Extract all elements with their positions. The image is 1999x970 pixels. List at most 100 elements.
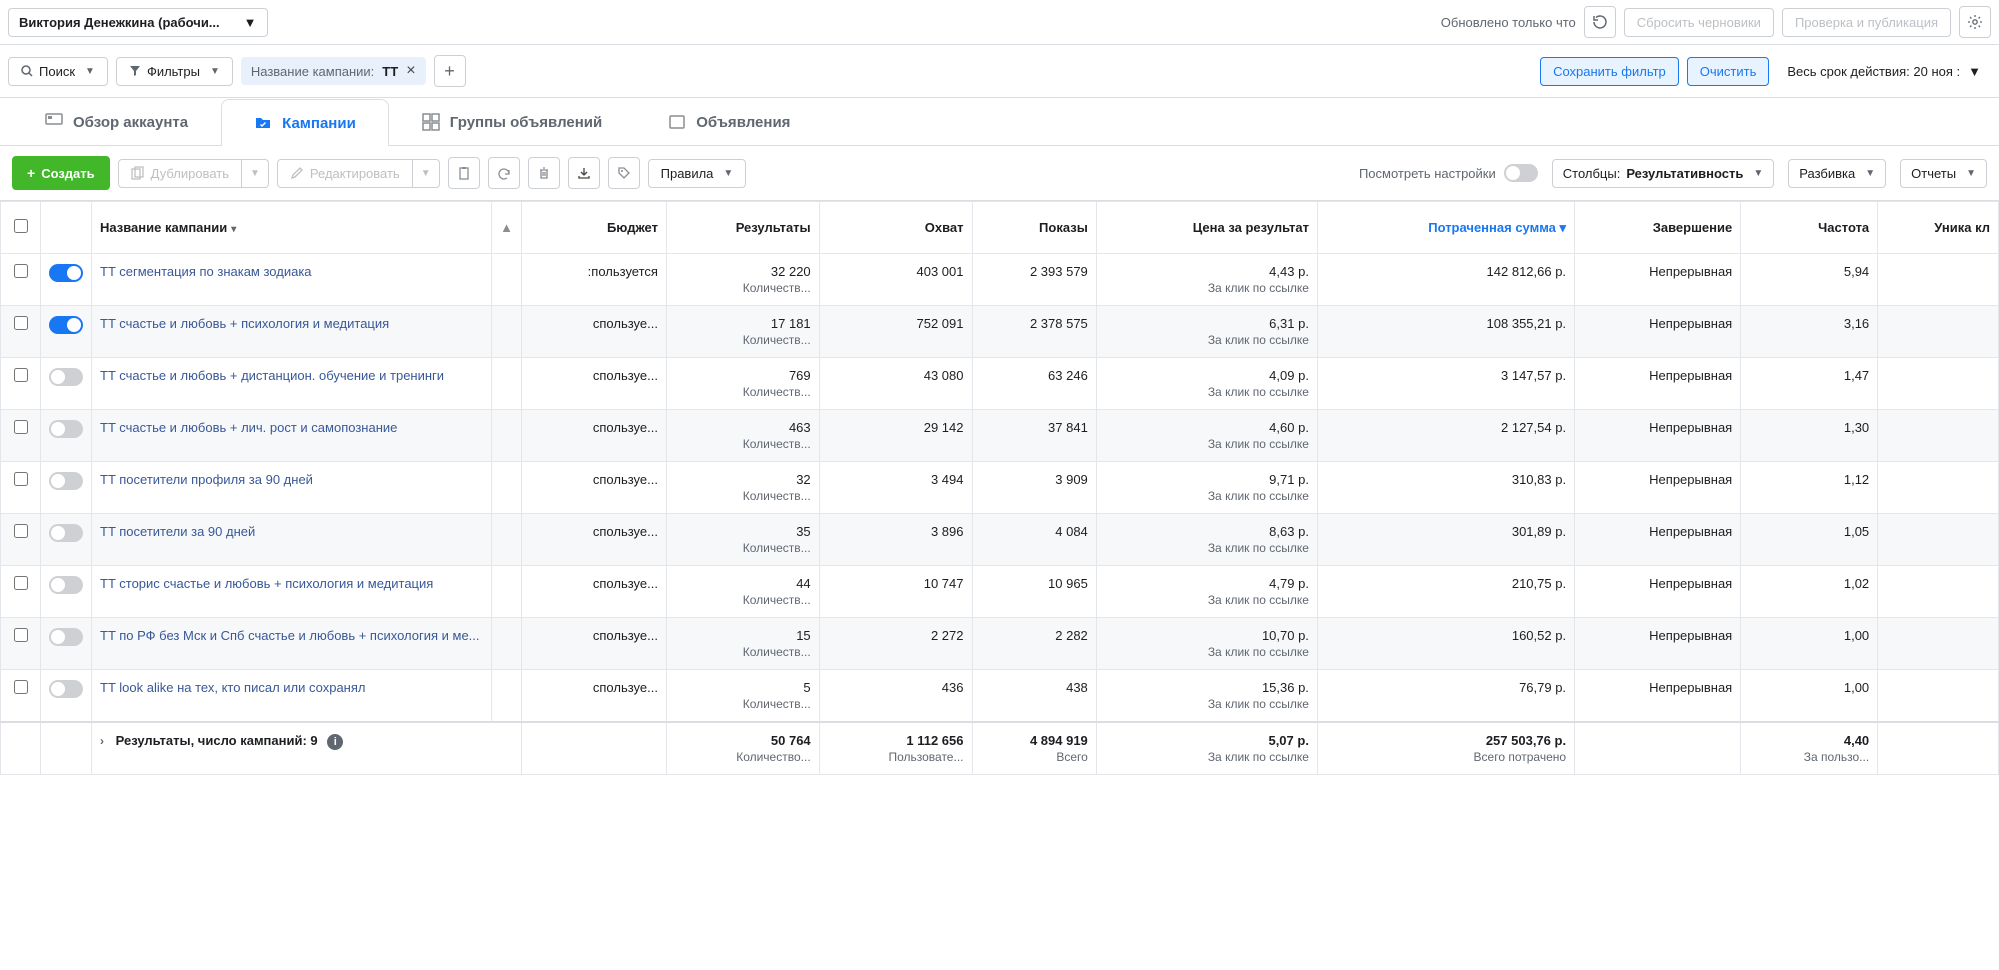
row-toggle[interactable] — [49, 420, 83, 438]
cell-budget: спользуе... — [522, 618, 667, 670]
cell-reach: 403 001 — [819, 254, 972, 306]
campaign-link[interactable]: TT счастье и любовь + психология и медит… — [100, 316, 389, 331]
row-checkbox[interactable] — [14, 316, 28, 330]
row-toggle[interactable] — [49, 316, 83, 334]
clear-filter-button[interactable]: Очистить — [1687, 57, 1770, 86]
campaign-link[interactable]: TT по РФ без Мск и Спб счастье и любовь … — [100, 628, 480, 643]
row-checkbox[interactable] — [14, 680, 28, 694]
row-checkbox[interactable] — [14, 368, 28, 382]
tab-ads[interactable]: Объявления — [635, 98, 823, 145]
row-toggle[interactable] — [49, 628, 83, 646]
col-name[interactable]: Название кампании▾ — [92, 202, 492, 254]
preview-toggle[interactable]: Посмотреть настройки — [1359, 164, 1538, 182]
row-toggle[interactable] — [49, 472, 83, 490]
campaign-link[interactable]: TT сторис счастье и любовь + психология … — [100, 576, 433, 591]
campaign-link[interactable]: TT look alike на тех, кто писал или сохр… — [100, 680, 366, 695]
add-filter-button[interactable]: + — [434, 55, 466, 87]
table-row: TT по РФ без Мск и Спб счастье и любовь … — [1, 618, 1999, 670]
col-reach[interactable]: Охват — [819, 202, 972, 254]
select-all-checkbox[interactable] — [14, 219, 28, 233]
col-cpr[interactable]: Цена за результат — [1096, 202, 1317, 254]
col-frequency[interactable]: Частота — [1741, 202, 1878, 254]
tab-label: Объявления — [696, 114, 790, 131]
cell-spent: 142 812,66 р. — [1317, 254, 1574, 306]
cell-name: TT счастье и любовь + дистанцион. обучен… — [92, 358, 492, 410]
col-impressions[interactable]: Показы — [972, 202, 1096, 254]
row-toggle[interactable] — [49, 524, 83, 542]
row-checkbox[interactable] — [14, 472, 28, 486]
cell-name: TT счастье и любовь + психология и медит… — [92, 306, 492, 358]
clipboard-button[interactable] — [448, 157, 480, 189]
review-label: Проверка и публикация — [1795, 15, 1938, 30]
info-icon[interactable]: i — [327, 734, 343, 750]
close-icon[interactable]: × — [406, 63, 415, 79]
delete-button[interactable] — [528, 157, 560, 189]
cell-freq: 1,00 — [1741, 670, 1878, 723]
reports-selector[interactable]: Отчеты ▼ — [1900, 159, 1987, 188]
revert-button[interactable] — [488, 157, 520, 189]
tab-overview[interactable]: Обзор аккаунта — [12, 98, 221, 145]
tab-campaigns[interactable]: Кампании — [221, 99, 389, 146]
preview-switch[interactable] — [1504, 164, 1538, 182]
col-unique[interactable]: Уника кл — [1878, 202, 1999, 254]
save-filter-button[interactable]: Сохранить фильтр — [1540, 57, 1679, 86]
create-button[interactable]: + Создать — [12, 156, 110, 190]
cell-freq: 3,16 — [1741, 306, 1878, 358]
col-spent[interactable]: Потраченная сумма ▾ — [1317, 202, 1574, 254]
row-checkbox[interactable] — [14, 576, 28, 590]
cell-budget: спользуе... — [522, 410, 667, 462]
cell-freq: 1,05 — [1741, 514, 1878, 566]
clipboard-icon — [457, 166, 471, 180]
campaign-link[interactable]: TT посетители профиля за 90 дней — [100, 472, 313, 487]
filters-button[interactable]: Фильтры ▼ — [116, 57, 233, 86]
chevron-down-icon: ▼ — [85, 66, 95, 77]
footer-reach-sub: Пользовате... — [828, 750, 964, 764]
account-selector[interactable]: Виктория Денежкина (рабочи... ▼ — [8, 8, 268, 37]
tag-button[interactable] — [608, 157, 640, 189]
save-filter-label: Сохранить фильтр — [1553, 64, 1666, 79]
campaign-link[interactable]: TT сегментация по знакам зодиака — [100, 264, 312, 279]
campaign-link[interactable]: TT посетители за 90 дней — [100, 524, 255, 539]
reports-label: Отчеты — [1911, 166, 1956, 181]
cell-budget: спользуе... — [522, 514, 667, 566]
campaign-link[interactable]: TT счастье и любовь + дистанцион. обучен… — [100, 368, 444, 383]
col-budget[interactable]: Бюджет — [522, 202, 667, 254]
refresh-button[interactable] — [1584, 6, 1616, 38]
row-checkbox[interactable] — [14, 628, 28, 642]
col-results[interactable]: Результаты — [666, 202, 819, 254]
columns-selector[interactable]: Столбцы: Результативность ▼ — [1552, 159, 1775, 188]
settings-button[interactable] — [1959, 6, 1991, 38]
row-checkbox[interactable] — [14, 420, 28, 434]
refresh-icon — [1592, 14, 1608, 30]
sort-desc-icon: ▾ — [1560, 220, 1567, 235]
row-checkbox[interactable] — [14, 264, 28, 278]
row-toggle[interactable] — [49, 680, 83, 698]
row-toggle[interactable] — [49, 368, 83, 386]
table-scroll[interactable]: Название кампании▾ ▲ Бюджет Результаты О… — [0, 201, 1999, 775]
breakdown-selector[interactable]: Разбивка ▼ — [1788, 159, 1886, 188]
daterange-label: Весь срок действия: 20 ноя : — [1787, 64, 1960, 79]
export-button[interactable] — [568, 157, 600, 189]
chevron-right-icon[interactable]: › — [100, 734, 104, 748]
campaign-link[interactable]: TT счастье и любовь + лич. рост и самопо… — [100, 420, 397, 435]
cell-results: 44Количеств... — [666, 566, 819, 618]
rules-button[interactable]: Правила ▼ — [648, 159, 747, 188]
tab-label: Кампании — [282, 115, 356, 132]
toolbar-right: Посмотреть настройки Столбцы: Результати… — [1359, 159, 1987, 188]
cell-impressions: 438 — [972, 670, 1096, 723]
row-checkbox[interactable] — [14, 524, 28, 538]
chevron-down-icon: ▼ — [1968, 64, 1981, 79]
filter-icon — [129, 65, 141, 77]
daterange-selector[interactable]: Весь срок действия: 20 ноя : ▼ — [1777, 58, 1991, 85]
ad-icon — [668, 113, 686, 131]
row-toggle[interactable] — [49, 576, 83, 594]
filter-chip[interactable]: Название кампании: TT × — [241, 57, 426, 85]
search-button[interactable]: Поиск ▼ — [8, 57, 108, 86]
table-row: TT посетители профиля за 90 днейспользуе… — [1, 462, 1999, 514]
cell-ends: Непрерывная — [1575, 254, 1741, 306]
top-bar: Виктория Денежкина (рабочи... ▼ Обновлен… — [0, 0, 1999, 45]
tab-adsets[interactable]: Группы объявлений — [389, 98, 635, 145]
col-ends[interactable]: Завершение — [1575, 202, 1741, 254]
row-toggle[interactable] — [49, 264, 83, 282]
cell-name: TT посетители профиля за 90 дней — [92, 462, 492, 514]
